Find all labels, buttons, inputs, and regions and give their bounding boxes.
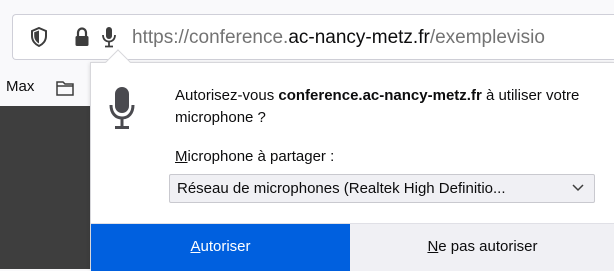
url-text[interactable]: https://conference.ac-nancy-metz.fr/exem… [132, 27, 545, 49]
popup-buttons: Autoriser Ne pas autoriser [91, 223, 614, 271]
microphone-icon [109, 87, 135, 129]
chevron-down-icon [572, 184, 584, 192]
lock-icon[interactable] [74, 27, 90, 47]
microphone-select[interactable]: Réseau de microphones (Realtek High Defi… [169, 174, 595, 203]
microphone-select-value: Réseau de microphones (Realtek High Defi… [177, 180, 506, 197]
url-field[interactable]: https://conference.ac-nancy-metz.fr/exem… [12, 14, 614, 60]
permission-message: Autorisez-vous conference.ac-nancy-metz.… [175, 87, 580, 126]
url-host: ac-nancy-metz.fr [288, 27, 430, 48]
shield-icon[interactable] [30, 27, 48, 47]
deny-button[interactable]: Ne pas autoriser [350, 224, 614, 271]
bookmark-item[interactable]: Max [6, 78, 34, 95]
page-content [0, 106, 90, 269]
microphone-icon[interactable] [101, 26, 117, 48]
device-select-label: Microphone à partager : [175, 148, 335, 165]
permission-domain: conference.ac-nancy-metz.fr [278, 87, 482, 104]
folder-icon[interactable] [56, 80, 74, 96]
allow-button[interactable]: Autoriser [91, 224, 350, 271]
permission-popup: Autorisez-vous conference.ac-nancy-metz.… [90, 49, 614, 271]
